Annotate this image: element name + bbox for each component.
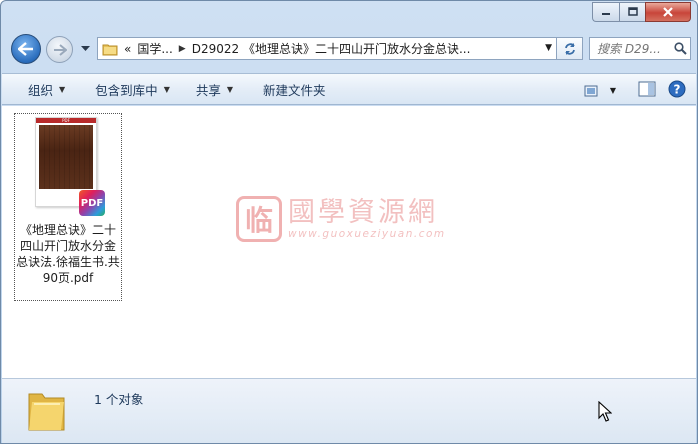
include-in-library-label: 包含到库中 — [95, 82, 158, 98]
new-folder-label: 新建文件夹 — [263, 82, 326, 98]
arrow-left-icon — [18, 42, 33, 56]
maximize-icon — [627, 7, 638, 16]
watermark-url: www.guoxueziyuan.com — [288, 228, 446, 240]
include-in-library-menu[interactable]: 包含到库中 ▼ — [83, 74, 182, 104]
change-view-button[interactable]: ▼ — [584, 84, 616, 98]
file-name[interactable]: 《地理总诀》二十四山开门放水分金总诀法.徐福生书.共90页.pdf — [15, 222, 121, 286]
chevron-down-icon: ▼ — [226, 84, 234, 94]
minimize-icon — [602, 13, 610, 15]
watermark-seal: 临 — [236, 196, 282, 242]
breadcrumb: « 国学... ▶ D29022 《地理总诀》二十四山开门放水分金总诀... — [124, 40, 470, 57]
close-button[interactable] — [645, 2, 691, 22]
watermark-text: 國學資源網 www.guoxueziyuan.com — [288, 197, 446, 241]
share-label: 共享 — [195, 82, 221, 98]
folder-icon — [102, 44, 118, 55]
maximize-button[interactable] — [619, 2, 645, 22]
address-bar[interactable]: « 国学... ▶ D29022 《地理总诀》二十四山开门放水分金总诀... ▼ — [97, 37, 557, 60]
new-folder-button[interactable]: 新建文件夹 — [251, 74, 338, 104]
item-count: 1 个对象 — [94, 392, 144, 407]
view-icon — [584, 85, 598, 96]
caption-buttons — [592, 2, 691, 22]
search-icon[interactable] — [672, 41, 688, 57]
refresh-icon — [564, 42, 575, 55]
file-item[interactable]: PDF PDF 《地理总诀》二十四山开门放水分金总诀法.徐福生书.共90页.pd… — [14, 113, 122, 301]
folder-icon — [28, 393, 65, 431]
close-icon — [663, 7, 673, 17]
search-box[interactable] — [589, 37, 691, 60]
arrow-right-icon — [53, 43, 67, 56]
chevron-right-icon[interactable]: ▶ — [179, 44, 186, 54]
preview-pane-icon — [638, 81, 656, 97]
preview-pane-button[interactable] — [638, 81, 656, 100]
watermark: 临 國學資源網 www.guoxueziyuan.com — [236, 196, 446, 242]
minimize-button[interactable] — [592, 2, 619, 22]
command-bar: 组织 ▼ 包含到库中 ▼ 共享 ▼ 新建文件夹 ▼ ? — [2, 73, 696, 105]
help-button[interactable]: ? — [668, 80, 686, 101]
back-button[interactable] — [11, 34, 41, 64]
mouse-cursor-icon — [598, 401, 612, 422]
view-controls: ▼ ? — [584, 80, 686, 101]
breadcrumb-item[interactable]: 国学... — [137, 40, 172, 57]
search-input[interactable] — [590, 41, 672, 56]
organize-label: 组织 — [28, 82, 54, 98]
breadcrumb-item[interactable]: D29022 《地理总诀》二十四山开门放水分金总诀... — [192, 40, 471, 57]
breadcrumb-overflow[interactable]: « — [124, 42, 131, 56]
pdf-icon: PDF — [79, 190, 105, 216]
navigation-row: « 国学... ▶ D29022 《地理总诀》二十四山开门放水分金总诀... ▼ — [1, 29, 697, 71]
scanned-page-image — [39, 125, 93, 189]
refresh-button[interactable] — [557, 37, 583, 60]
organize-menu[interactable]: 组织 ▼ — [16, 74, 77, 104]
recent-pages-dropdown[interactable] — [79, 43, 91, 55]
pdf-badge-label: PDF — [80, 197, 104, 209]
explorer-window: « 国学... ▶ D29022 《地理总诀》二十四山开门放水分金总诀... ▼ — [0, 0, 698, 444]
file-list-area[interactable]: PDF PDF 《地理总诀》二十四山开门放水分金总诀法.徐福生书.共90页.pd… — [2, 106, 696, 378]
watermark-title: 國學資源網 — [288, 197, 438, 228]
chevron-down-icon: ▼ — [59, 84, 66, 94]
chevron-down-icon — [80, 46, 90, 51]
thumbnail-header: PDF — [36, 118, 96, 123]
help-icon: ? — [668, 80, 686, 98]
svg-text:?: ? — [674, 83, 681, 97]
details-pane: 1 个对象 — [2, 378, 696, 443]
chevron-down-icon: ▼ — [163, 84, 170, 94]
chevron-down-icon[interactable]: ▼ — [545, 43, 552, 53]
forward-button[interactable] — [46, 36, 73, 63]
share-menu[interactable]: 共享 ▼ — [184, 74, 245, 104]
chevron-down-icon[interactable]: ▼ — [610, 86, 616, 95]
